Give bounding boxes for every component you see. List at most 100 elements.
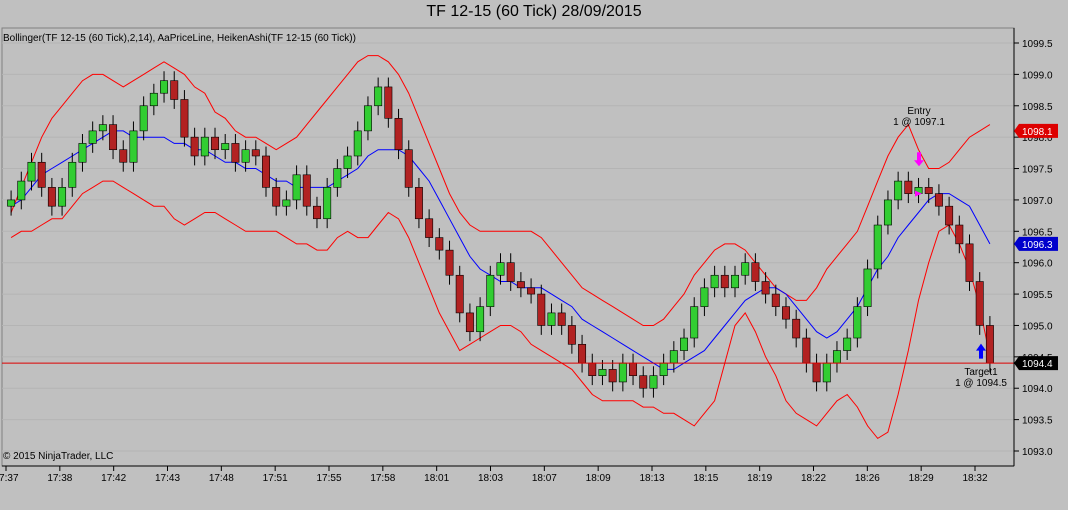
candle-down: [272, 187, 281, 207]
x-tick-label: 18:13: [639, 473, 664, 484]
candle-up: [221, 143, 230, 151]
x-tick-label: 18:32: [962, 473, 987, 484]
candle-down: [251, 149, 260, 157]
candle-up: [241, 149, 250, 163]
candle-up: [17, 180, 26, 201]
x-tick-label: 17:48: [209, 473, 234, 484]
candle-down: [119, 149, 128, 163]
candle-up: [894, 180, 903, 201]
candle-down: [812, 362, 821, 383]
candle-down: [792, 318, 801, 339]
candle-down: [639, 375, 648, 389]
y-tick-label: 1098.5: [1022, 102, 1053, 113]
candle-down: [771, 293, 780, 307]
y-tick-label: 1096.5: [1022, 227, 1053, 238]
candle-down: [537, 293, 546, 326]
candle-down: [435, 237, 444, 251]
candle-down: [404, 149, 413, 188]
candle-up: [160, 80, 169, 94]
x-tick-label: 18:29: [909, 473, 934, 484]
candle-down: [313, 205, 321, 220]
candle-up: [690, 306, 699, 339]
candle-up: [353, 130, 362, 157]
candle-down: [190, 136, 199, 157]
candle-down: [567, 325, 576, 345]
candle-down: [384, 86, 393, 119]
candle-down: [924, 187, 933, 194]
candle-up: [863, 268, 872, 307]
candle-down: [985, 325, 994, 364]
x-tick-label: 18:07: [532, 473, 557, 484]
y-tick-label: 1099.0: [1022, 70, 1053, 81]
x-tick-label: 18:01: [424, 473, 449, 484]
candle-down: [170, 80, 179, 100]
candle-up: [822, 362, 831, 383]
y-tick-label: 1095.5: [1022, 290, 1053, 301]
candle-down: [975, 281, 984, 326]
target-detail: 1 @ 1094.5: [955, 378, 1007, 389]
candle-up: [832, 350, 841, 364]
x-tick-label: 17:58: [370, 473, 395, 484]
candle-down: [425, 218, 434, 238]
candle-down: [965, 243, 974, 282]
entry-detail: 1 @ 1097.1: [893, 117, 945, 128]
entry-label: Entry: [907, 106, 931, 117]
candle-up: [333, 168, 342, 188]
price-labels: 1098.1 1096.3 1094.4: [1014, 123, 1058, 371]
candle-up: [139, 105, 148, 132]
x-tick-label: 18:22: [801, 473, 826, 484]
x-tick-label: 17:51: [263, 473, 288, 484]
candle-up: [88, 130, 97, 144]
price-chart[interactable]: 1093.01093.51094.01094.51095.01095.51096…: [0, 0, 1068, 510]
entry-annotation: Entry 1 @ 1097.1: [893, 106, 945, 128]
candle-up: [853, 306, 862, 339]
candle-down: [180, 99, 189, 138]
candle-up: [476, 306, 485, 333]
x-tick-label: 17:55: [316, 473, 341, 484]
copyright-text: © 2015 NinjaTrader, LLC: [3, 451, 114, 462]
candle-down: [629, 362, 638, 376]
candle-up: [883, 199, 892, 226]
candle-up: [200, 136, 209, 157]
candle-down: [302, 174, 311, 207]
candle-up: [68, 161, 77, 188]
candle-down: [516, 281, 525, 289]
candle-up: [843, 337, 852, 351]
indicator-legend: Bollinger(TF 12-15 (60 Tick),2,14), AaPr…: [3, 33, 356, 44]
candle-down: [588, 362, 597, 376]
candle-down: [802, 337, 811, 364]
y-tick-label: 1096.0: [1022, 259, 1053, 270]
price-label-text: 1096.3: [1022, 240, 1053, 251]
candle-up: [343, 155, 352, 169]
candle-down: [751, 262, 760, 282]
candle-up: [598, 369, 607, 376]
candle-up: [78, 143, 87, 163]
price-label-text: 1094.4: [1022, 359, 1053, 370]
x-tick-label: 18:26: [855, 473, 880, 484]
candle-down: [608, 369, 617, 383]
y-tick-label: 1099.5: [1022, 39, 1053, 50]
candle-down: [578, 343, 587, 364]
target-label: Target1: [964, 367, 998, 378]
candle-down: [394, 118, 403, 151]
candle-down: [465, 312, 474, 333]
y-tick-label: 1093.5: [1022, 416, 1053, 427]
candle-up: [58, 187, 67, 207]
y-tick-label: 1093.0: [1022, 447, 1053, 458]
price-label-text: 1098.1: [1022, 127, 1053, 138]
candle-down: [414, 187, 423, 220]
x-tick-label: 18:15: [693, 473, 718, 484]
y-tick-label: 1094.0: [1022, 384, 1053, 395]
candle-down: [934, 193, 943, 207]
candle-down: [955, 224, 964, 245]
candle-up: [700, 287, 709, 307]
candle-down: [720, 274, 729, 289]
x-tick-label: 17:38: [47, 473, 72, 484]
x-tick-label: 18:03: [478, 473, 503, 484]
x-tick-label: 17:42: [101, 473, 126, 484]
candle-up: [710, 274, 719, 289]
candle-down: [945, 205, 954, 226]
target-annotation: Target1 1 @ 1094.5: [955, 367, 1007, 389]
candle-up: [363, 105, 372, 132]
x-axis: 17:37 17:38 17:42 17:43 17:48 17:51 17:55 17:58…: [0, 465, 1014, 484]
